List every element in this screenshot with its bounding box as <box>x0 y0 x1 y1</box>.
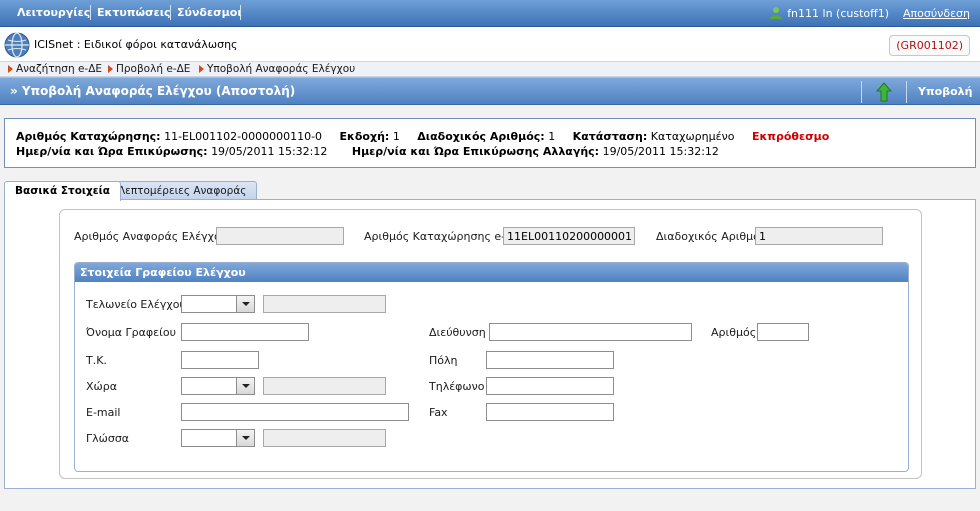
street-number-label: Αριθμός <box>711 326 757 339</box>
app-header: ICISnet : Ειδικοί φόροι κατανάλωσης (GR0… <box>0 27 980 62</box>
change-date-label: Ημερ/νία και Ώρα Επικύρωσης Αλλαγής: <box>351 145 600 158</box>
validation-date-label: Ημερ/νία και Ώρα Επικύρωσης: <box>16 145 208 158</box>
sequence-label: Διαδοχικός Αριθμός: <box>417 130 545 143</box>
country-name-input[interactable] <box>263 377 386 395</box>
arrow-right-icon <box>199 65 204 73</box>
overdue-badge: Εκπρόθεσμο <box>751 130 830 143</box>
menu-links[interactable]: Σύνδεσμοι <box>177 6 242 19</box>
logout-link[interactable]: Αποσύνδεση <box>903 7 970 20</box>
globe-logo-icon <box>4 32 30 58</box>
submit-button[interactable]: Υποβολή <box>918 85 972 98</box>
chevron-down-icon[interactable] <box>236 430 254 446</box>
office-name-label: Όνομα Γραφείου <box>86 326 176 339</box>
postcode-label: Τ.Κ. <box>86 354 107 367</box>
language-name-input[interactable] <box>263 429 386 447</box>
menu-separator <box>170 5 171 20</box>
group-title: Στοιχεία Γραφείου Ελέγχου <box>80 266 246 279</box>
fax-label: Fax <box>429 406 448 419</box>
version-label: Εκδοχή: <box>339 130 390 143</box>
chevron-down-icon[interactable] <box>236 378 254 394</box>
report-number-input[interactable] <box>216 227 344 245</box>
page-header: » Υποβολή Αναφοράς Ελέγχου (Αποστολή) Υπ… <box>0 77 980 105</box>
page-title: » Υποβολή Αναφοράς Ελέγχου (Αποστολή) <box>10 84 296 98</box>
menu-separator <box>240 5 241 20</box>
control-office-group: Στοιχεία Γραφείου Ελέγχου Τελωνείο Ελέγχ… <box>74 262 909 472</box>
version-value: 1 <box>392 130 400 143</box>
record-info-box: Αριθμός Καταχώρησης: 11-EL001102-0000000… <box>4 118 976 168</box>
fax-input[interactable] <box>486 403 614 421</box>
header-separator <box>906 81 907 103</box>
submit-arrow-icon[interactable] <box>873 81 895 103</box>
arrow-right-icon <box>108 65 113 73</box>
info-row-1: Αριθμός Καταχώρησης: 11-EL001102-0000000… <box>16 130 829 143</box>
app-code-badge: (GR001102) <box>889 35 970 56</box>
info-row-2: Ημερ/νία και Ώρα Επικύρωσης: 19/05/2011 … <box>16 145 719 158</box>
street-number-input[interactable] <box>757 323 809 341</box>
sequence-number-label: Διαδοχικός Αριθμός <box>656 230 767 243</box>
customs-office-label: Τελωνείο Ελέγχου <box>86 298 186 311</box>
reg-number-value: 11-EL001102-0000000110-0 <box>164 130 323 143</box>
city-input[interactable] <box>486 351 614 369</box>
arc-number-input[interactable] <box>503 227 635 245</box>
chevron-down-icon[interactable] <box>236 296 254 312</box>
breadcrumb: Αναζήτηση e-ΔΕ Προβολή e-ΔΕ Υποβολή Αναφ… <box>0 62 980 77</box>
address-input[interactable] <box>489 323 692 341</box>
sequence-value: 1 <box>548 130 556 143</box>
phone-input[interactable] <box>486 377 614 395</box>
arc-number-label: Αριθμός Καταχώρησης e-ΔΕ <box>364 230 520 243</box>
reg-number-label: Αριθμός Καταχώρησης: <box>16 130 161 143</box>
country-select[interactable] <box>181 377 255 395</box>
main-panel: Αριθμός Αναφοράς Ελέγχου Αριθμός Καταχώρ… <box>4 199 976 489</box>
tab-report-details[interactable]: Λεπτομέρειες Αναφοράς <box>107 181 258 200</box>
office-name-input[interactable] <box>181 323 309 341</box>
customs-office-select[interactable] <box>181 295 255 313</box>
language-label: Γλώσσα <box>86 432 130 445</box>
user-name: fn111 ln (custoff1) <box>787 6 890 20</box>
city-label: Πόλη <box>429 354 458 367</box>
language-select[interactable] <box>181 429 255 447</box>
email-input[interactable] <box>181 403 409 421</box>
app-title: ICISnet : Ειδικοί φόροι κατανάλωσης <box>34 38 238 51</box>
breadcrumb-submit-report[interactable]: Υποβολή Αναφοράς Ελέγχου <box>199 63 355 75</box>
user-box: fn111 ln (custoff1) Αποσύνδεση <box>769 4 970 22</box>
validation-date-value: 19/05/2011 15:32:12 <box>211 145 328 158</box>
group-header: Στοιχεία Γραφείου Ελέγχου <box>75 263 908 282</box>
report-number-label: Αριθμός Αναφοράς Ελέγχου <box>74 230 228 243</box>
phone-label: Τηλέφωνο <box>429 380 485 393</box>
change-date-value: 19/05/2011 15:32:12 <box>602 145 719 158</box>
status-label: Κατάσταση: <box>572 130 648 143</box>
form-container: Αριθμός Αναφοράς Ελέγχου Αριθμός Καταχώρ… <box>59 209 922 479</box>
sequence-number-input[interactable] <box>755 227 883 245</box>
status-value: Καταχωρημένο <box>650 130 735 143</box>
arrow-right-icon <box>8 65 13 73</box>
user-icon <box>770 7 783 19</box>
country-label: Χώρα <box>86 380 117 393</box>
breadcrumb-view[interactable]: Προβολή e-ΔΕ <box>108 63 190 75</box>
menu-prints[interactable]: Εκτυπώσεις <box>97 6 171 19</box>
breadcrumb-search[interactable]: Αναζήτηση e-ΔΕ <box>8 63 102 75</box>
customs-office-name-input[interactable] <box>263 295 386 313</box>
postcode-input[interactable] <box>181 351 259 369</box>
menu-functions[interactable]: Λειτουργίες <box>17 6 90 19</box>
top-menu-bar: Λειτουργίες Εκτυπώσεις Σύνδεσμοι fn111 l… <box>0 0 980 27</box>
address-label: Διεύθυνση <box>429 326 486 339</box>
email-label: E-mail <box>86 406 121 419</box>
menu-separator <box>90 5 91 20</box>
tab-basic-info[interactable]: Βασικά Στοιχεία <box>4 181 121 201</box>
header-separator <box>861 81 862 103</box>
